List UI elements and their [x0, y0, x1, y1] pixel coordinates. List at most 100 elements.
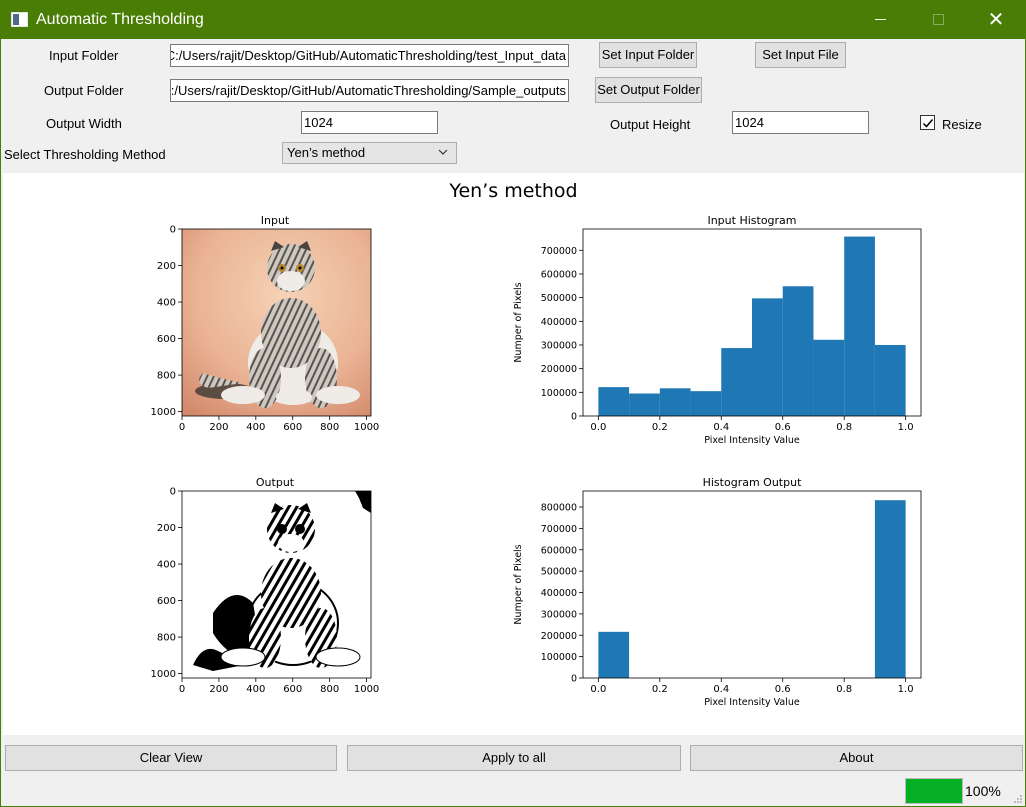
resize-grip-icon[interactable] — [1013, 794, 1023, 804]
figure-canvas: Yen’s method Input Output 0 0 200 200 40… — [3, 173, 1024, 735]
x-tick-label: 200 — [209, 684, 228, 695]
input-folder-label: Input Folder — [49, 48, 119, 63]
y-tick-label: 100000 — [541, 388, 577, 399]
y-tick-label: 600000 — [541, 545, 577, 556]
minimize-button[interactable] — [851, 1, 909, 39]
histogram-title: Histogram Output — [703, 476, 802, 489]
input-folder-field[interactable]: C:/Users/rajit/Desktop/GitHub/AutomaticT… — [170, 44, 569, 67]
y-tick-label: 200000 — [541, 631, 577, 642]
method-select[interactable]: Yen’s method — [282, 142, 457, 164]
x-axis-label: Pixel Intensity Value — [704, 435, 800, 446]
apply-to-all-button[interactable]: Apply to all — [347, 745, 681, 771]
histogram-bar — [598, 387, 630, 416]
histogram-bar — [782, 286, 814, 416]
about-button[interactable]: About — [690, 745, 1023, 771]
histogram-bar — [690, 391, 722, 416]
output-width-input[interactable]: 1024 — [301, 111, 438, 134]
y-tick-label: 400 — [157, 560, 176, 571]
x-tick-label: 0.0 — [590, 422, 606, 433]
histogram-title: Input Histogram — [707, 214, 796, 227]
set-output-folder-button[interactable]: Set Output Folder — [595, 77, 702, 103]
minimize-icon — [874, 19, 886, 21]
x-tick-label: 0.8 — [836, 684, 852, 695]
progress-text: 100% — [965, 783, 1001, 799]
input-histogram: Input Histogram 0.0 0.2 0.4 0.6 0.8 1.0 0 100000… — [513, 214, 922, 446]
x-tick-label: 0.4 — [713, 684, 729, 695]
method-label: Select Thresholding Method — [4, 147, 166, 162]
histogram-bar — [874, 500, 906, 678]
title-bar[interactable]: Automatic Thresholding ✕ — [1, 1, 1025, 39]
y-tick-label: 400 — [157, 298, 176, 309]
y-tick-label: 300000 — [541, 340, 577, 351]
output-height-label: Output Height — [610, 117, 691, 132]
y-tick-label: 0 — [170, 487, 176, 498]
progress-fill — [906, 779, 962, 803]
output-image-panel: Output — [181, 476, 372, 679]
x-tick-label: 1.0 — [898, 422, 914, 433]
y-tick-label: 1000 — [151, 407, 176, 418]
y-tick-label: 600000 — [541, 269, 577, 280]
histogram-bar — [721, 348, 752, 416]
y-axis-label: Numper of Pixels — [513, 544, 524, 624]
resize-label: Resize — [942, 117, 982, 132]
set-input-file-button[interactable]: Set Input File — [755, 42, 846, 68]
x-tick-label: 0 — [179, 684, 185, 695]
checkmark-icon — [922, 119, 934, 128]
output-histogram: Histogram Output 0.0 0.2 0.4 0.6 0.8 1.0 0 10000… — [513, 476, 922, 708]
x-tick-label: 0.8 — [836, 422, 852, 433]
histogram-bar — [659, 388, 691, 416]
y-axis-label: Numper of Pixels — [513, 282, 524, 362]
app-window: Automatic Thresholding ✕ Input Folder C:… — [0, 0, 1026, 807]
output-width-label: Output Width — [46, 116, 122, 131]
x-tick-label: 0 — [179, 422, 185, 433]
input-folder-value: C:/Users/rajit/Desktop/GitHub/AutomaticT… — [170, 48, 566, 63]
histogram-bar — [813, 339, 845, 416]
histogram-bar — [752, 298, 783, 416]
resize-checkbox[interactable] — [920, 115, 935, 130]
input-image-panel: Input — [181, 214, 372, 417]
figure-svg: Input Output 002002004004006006008008001… — [151, 214, 922, 708]
y-tick-label: 0 — [571, 674, 577, 685]
y-tick-label: 800 — [157, 633, 176, 644]
histogram-bar — [629, 393, 660, 416]
y-tick-label: 700000 — [541, 524, 577, 535]
y-tick-label: 300000 — [541, 609, 577, 620]
close-icon: ✕ — [987, 9, 1005, 31]
x-tick-label: 0.2 — [652, 422, 668, 433]
y-tick-label: 500000 — [541, 293, 577, 304]
maximize-icon — [932, 14, 944, 26]
histogram-bar — [844, 236, 875, 416]
x-tick-label: 1.0 — [898, 684, 914, 695]
y-tick-label: 800000 — [541, 503, 577, 514]
histogram-bar — [598, 631, 630, 678]
method-select-value: Yen’s method — [287, 145, 366, 160]
chevron-down-icon — [438, 149, 448, 155]
window-title: Automatic Thresholding — [36, 11, 204, 28]
y-tick-label: 200000 — [541, 364, 577, 375]
x-tick-label: 0.6 — [775, 684, 791, 695]
input-image-title: Input — [261, 214, 290, 227]
set-input-folder-button[interactable]: Set Input Folder — [599, 42, 697, 68]
progress-bar — [905, 778, 963, 804]
app-icon — [11, 12, 28, 27]
x-tick-label: 0.6 — [775, 422, 791, 433]
output-folder-field[interactable]: C:/Users/rajit/Desktop/GitHub/AutomaticT… — [170, 79, 569, 102]
output-height-input[interactable]: 1024 — [732, 111, 869, 134]
maximize-button[interactable] — [909, 1, 967, 39]
x-tick-label: 0.4 — [713, 422, 729, 433]
x-axis-label: Pixel Intensity Value — [704, 697, 800, 708]
clear-view-button[interactable]: Clear View — [5, 745, 337, 771]
x-tick-label: 800 — [320, 684, 339, 695]
y-tick-label: 200 — [157, 523, 176, 534]
y-tick-label: 100000 — [541, 652, 577, 663]
y-tick-label: 400000 — [541, 317, 577, 328]
y-tick-label: 500000 — [541, 567, 577, 578]
output-folder-label: Output Folder — [44, 83, 124, 98]
y-tick-label: 600 — [157, 334, 176, 345]
x-tick-label: 600 — [283, 422, 302, 433]
y-tick-label: 800 — [157, 371, 176, 382]
x-tick-label: 400 — [246, 422, 265, 433]
close-button[interactable]: ✕ — [967, 1, 1025, 39]
y-tick-label: 0 — [571, 412, 577, 423]
y-tick-label: 0 — [170, 225, 176, 236]
